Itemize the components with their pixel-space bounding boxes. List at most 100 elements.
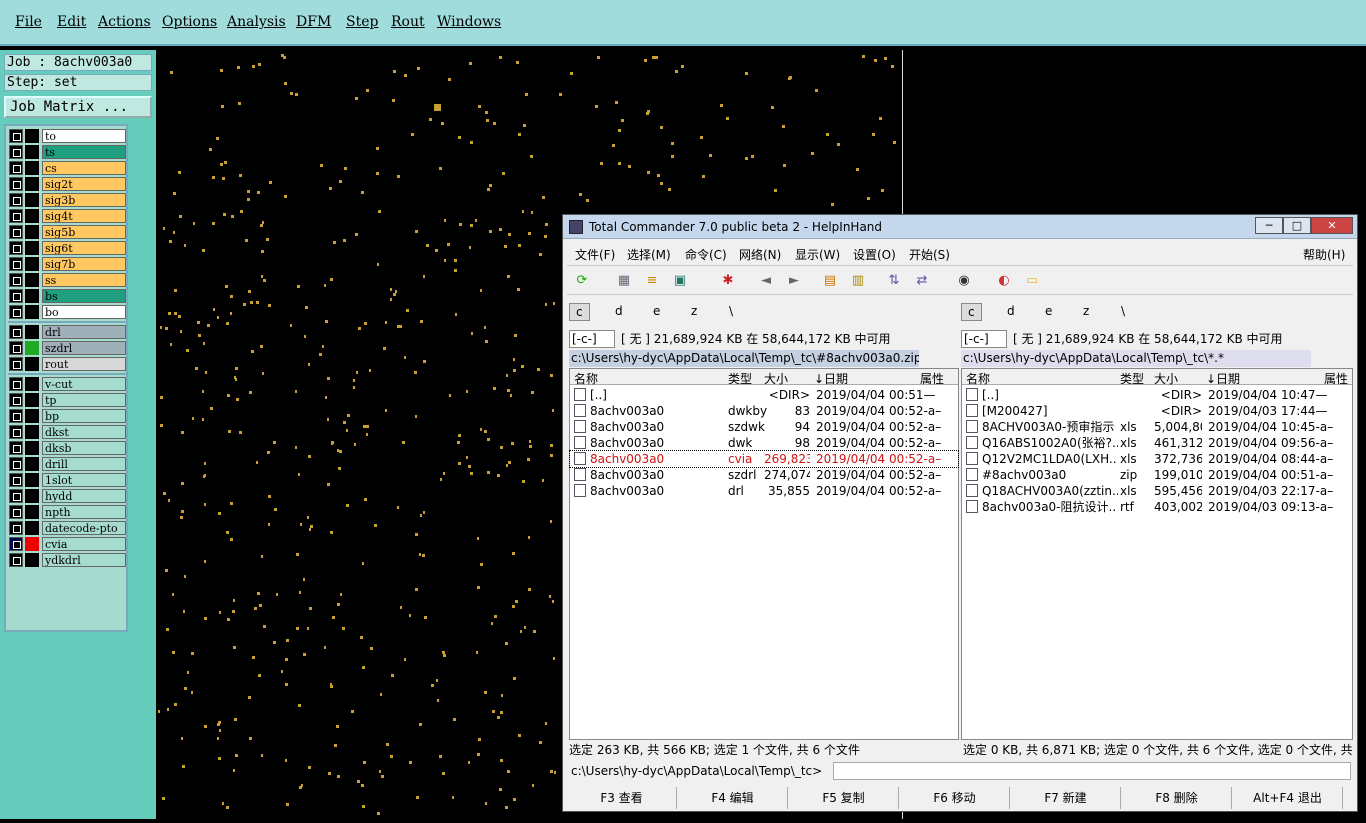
drive-d-button[interactable]: d: [609, 303, 629, 321]
file-row[interactable]: 8achv003a0 dwkby 83 2019/04/04 00:52-a–: [570, 403, 958, 419]
right-file-panel[interactable]: 名称 类型 大小 ↓日期 属性 [..] <DIR> 2019/04/04 10:47— [M2…: [961, 368, 1353, 740]
header-date[interactable]: ↓日期: [814, 370, 848, 387]
layer-row[interactable]: bp: [8, 408, 126, 424]
menu-edit[interactable]: Edit: [57, 14, 86, 30]
layer-name[interactable]: sig7b: [42, 257, 126, 271]
file-row[interactable]: Q12V2MC1LDA0(LXH.. xls 372,736 2019/04/04 0…: [962, 451, 1352, 467]
layer-checkbox[interactable]: [9, 457, 23, 471]
menu-dfm[interactable]: DFM: [296, 14, 331, 30]
header-size[interactable]: 大小: [1154, 370, 1178, 387]
layer-row[interactable]: sig2t: [8, 176, 126, 192]
layer-checkbox[interactable]: [9, 521, 23, 535]
layer-name[interactable]: sig4t: [42, 209, 126, 223]
layer-name[interactable]: ss: [42, 273, 126, 287]
pack-icon[interactable]: ▤: [819, 270, 841, 292]
drive-c-button[interactable]: c: [961, 303, 982, 321]
layer-checkbox[interactable]: [9, 177, 23, 191]
header-size[interactable]: 大小: [764, 370, 788, 387]
header-type[interactable]: 类型: [1120, 370, 1144, 387]
drive-network-button[interactable]: \: [1115, 303, 1131, 321]
layer-checkbox[interactable]: [9, 341, 23, 355]
header-attr[interactable]: 属性: [920, 370, 944, 387]
maximize-icon[interactable]: □: [1283, 217, 1311, 234]
file-row[interactable]: [..] <DIR> 2019/04/04 10:47—: [962, 387, 1352, 403]
layer-checkbox[interactable]: [9, 357, 23, 371]
layer-row[interactable]: npth: [8, 504, 126, 520]
menu-rout[interactable]: Rout: [391, 14, 425, 30]
layer-checkbox[interactable]: [9, 393, 23, 407]
close-icon[interactable]: ✕: [1311, 217, 1353, 234]
layer-checkbox[interactable]: [9, 325, 23, 339]
layer-row[interactable]: drl: [8, 324, 126, 340]
tc-menu-item[interactable]: 文件(F): [575, 246, 615, 263]
layer-name[interactable]: bs: [42, 289, 126, 303]
layer-name[interactable]: drill: [42, 457, 126, 471]
layer-name[interactable]: szdrl: [42, 341, 126, 355]
layer-row[interactable]: sig5b: [8, 224, 126, 240]
layer-checkbox[interactable]: [9, 409, 23, 423]
drive-c-button[interactable]: c: [569, 303, 590, 321]
layer-checkbox[interactable]: [9, 305, 23, 319]
menu-step[interactable]: Step: [346, 14, 378, 30]
layer-checkbox[interactable]: [9, 129, 23, 143]
header-type[interactable]: 类型: [728, 370, 752, 387]
back-icon[interactable]: ◄: [755, 270, 777, 292]
layer-row[interactable]: sig4t: [8, 208, 126, 224]
layer-checkbox[interactable]: [9, 425, 23, 439]
forward-icon[interactable]: ►: [783, 270, 805, 292]
layer-row[interactable]: sig6t: [8, 240, 126, 256]
layer-row[interactable]: hydd: [8, 488, 126, 504]
layer-name[interactable]: cs: [42, 161, 126, 175]
thumbnail-icon[interactable]: ▣: [669, 270, 691, 292]
layer-name[interactable]: bo: [42, 305, 126, 319]
layer-checkbox[interactable]: [9, 225, 23, 239]
left-path[interactable]: c:\Users\hy-dyc\AppData\Local\Temp\_tc\#…: [569, 350, 919, 367]
layer-name[interactable]: tp: [42, 393, 126, 407]
layer-row[interactable]: dksb: [8, 440, 126, 456]
layer-name[interactable]: ts: [42, 145, 126, 159]
layer-name[interactable]: dkst: [42, 425, 126, 439]
layer-name[interactable]: npth: [42, 505, 126, 519]
layer-checkbox[interactable]: [9, 289, 23, 303]
tc-menu-item[interactable]: 显示(W): [795, 246, 840, 263]
layer-checkbox[interactable]: [9, 377, 23, 391]
minimize-icon[interactable]: ─: [1255, 217, 1283, 234]
layer-name[interactable]: sig5b: [42, 225, 126, 239]
layer-row[interactable]: sig7b: [8, 256, 126, 272]
fkey-button[interactable]: F5 复制: [789, 787, 899, 809]
file-row[interactable]: [M200427] <DIR> 2019/04/03 17:44—: [962, 403, 1352, 419]
filter-icon[interactable]: ✱: [717, 270, 739, 292]
drive-e-button[interactable]: e: [647, 303, 666, 321]
file-row[interactable]: [..] <DIR> 2019/04/04 00:51—: [570, 387, 958, 403]
tc-menu-item[interactable]: 开始(S): [909, 246, 950, 263]
brief-view-icon[interactable]: ▦: [613, 270, 635, 292]
file-row[interactable]: Q16ABS1002A0(张裕?.. xls 461,312 2019/04/04 0…: [962, 435, 1352, 451]
find-icon[interactable]: ◉: [953, 270, 975, 292]
layer-row[interactable]: v-cut: [8, 376, 126, 392]
layer-name[interactable]: 1slot: [42, 473, 126, 487]
left-file-panel[interactable]: 名称 类型 大小 ↓日期 属性 [..] <DIR> 2019/04/04 00:51— 8ac…: [569, 368, 959, 740]
layer-row[interactable]: ts: [8, 144, 126, 160]
layer-row[interactable]: dkst: [8, 424, 126, 440]
menu-windows[interactable]: Windows: [437, 14, 501, 30]
layer-checkbox[interactable]: [9, 193, 23, 207]
layer-name[interactable]: sig6t: [42, 241, 126, 255]
fkey-button[interactable]: F8 删除: [1122, 787, 1232, 809]
file-row[interactable]: 8achv003a0 drl 35,855 2019/04/04 00:52-a–: [570, 483, 958, 499]
layer-row[interactable]: ydkdrl: [8, 552, 126, 568]
tc-menu-item[interactable]: 网络(N): [739, 246, 781, 263]
menu-actions[interactable]: Actions: [98, 14, 151, 30]
layer-checkbox[interactable]: [9, 161, 23, 175]
tc-menu-item[interactable]: 选择(M): [627, 246, 671, 263]
layer-name[interactable]: bp: [42, 409, 126, 423]
fkey-button[interactable]: Alt+F4 退出: [1233, 787, 1343, 809]
refresh-icon[interactable]: ⟳: [571, 270, 593, 292]
job-matrix-button[interactable]: Job Matrix ...: [4, 96, 152, 118]
layer-checkbox[interactable]: [9, 489, 23, 503]
layer-name[interactable]: ydkdrl: [42, 553, 126, 567]
file-row[interactable]: #8achv003a0 zip 199,010 2019/04/04 00:51-a–: [962, 467, 1352, 483]
tc-menu-item[interactable]: 命令(C): [685, 246, 727, 263]
layer-row[interactable]: bo: [8, 304, 126, 320]
layer-row[interactable]: sig3b: [8, 192, 126, 208]
file-row[interactable]: 8achv003a0 dwk 98 2019/04/04 00:52-a–: [570, 435, 958, 451]
